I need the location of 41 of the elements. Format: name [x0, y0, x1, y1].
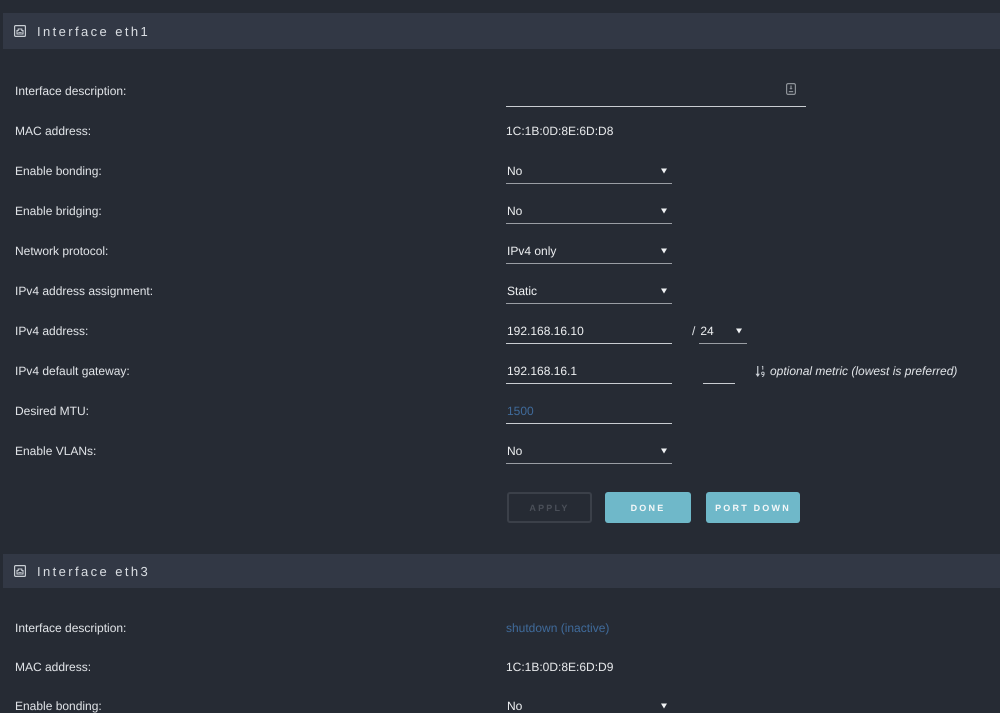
field-label: Interface description:: [15, 622, 126, 635]
dropdown[interactable]: No: [506, 696, 672, 713]
sort-numeric-icon: [755, 364, 766, 378]
field-label: Network protocol:: [15, 244, 108, 258]
field-label: Interface description:: [15, 84, 126, 98]
value-text: 1C:1B:0D:8E:6D:D9: [506, 661, 614, 674]
field-label: Enable bonding:: [15, 164, 102, 178]
separator-label: /: [692, 324, 696, 338]
dropdown[interactable]: No: [506, 158, 672, 184]
caret-icon: [736, 328, 742, 334]
field-label: Desired MTU:: [15, 404, 90, 418]
caret-icon: [661, 703, 667, 709]
caret-icon: [661, 208, 667, 214]
section-title: Interface eth1: [37, 24, 150, 38]
status-text: shutdown (inactive): [506, 622, 610, 635]
dropdown[interactable]: Static: [506, 278, 672, 304]
dropdown[interactable]: No: [506, 198, 672, 224]
ip-address-field[interactable]: 192.168.16.10: [506, 318, 672, 344]
field-label: Enable bridging:: [15, 204, 102, 218]
caret-icon: [661, 448, 667, 454]
text-field[interactable]: 1500: [506, 398, 672, 424]
field-label: Enable bonding:: [15, 700, 102, 713]
field-label: IPv4 address:: [15, 324, 88, 338]
port-icon: [14, 25, 26, 37]
metric-hint: optional metric (lowest is preferred): [770, 364, 958, 378]
dropdown[interactable]: IPv4 only: [506, 238, 672, 264]
field-label: Enable VLANs:: [15, 444, 96, 458]
field-label: MAC address:: [15, 124, 92, 138]
field-label: IPv4 default gateway:: [15, 364, 130, 378]
section-title: Interface eth3: [37, 564, 150, 578]
caret-icon: [661, 248, 667, 254]
gateway-field[interactable]: 192.168.16.1: [506, 358, 672, 384]
field-label: MAC address:: [15, 661, 92, 674]
value-text: 1C:1B:0D:8E:6D:D8: [506, 124, 614, 138]
field-label: IPv4 address assignment:: [15, 284, 154, 298]
port-icon: [14, 565, 26, 577]
caret-icon: [661, 168, 667, 174]
dropdown[interactable]: No: [506, 438, 672, 464]
caret-icon: [661, 288, 667, 294]
prefix-dropdown[interactable]: 24: [699, 318, 748, 344]
download-icon: [786, 83, 796, 95]
